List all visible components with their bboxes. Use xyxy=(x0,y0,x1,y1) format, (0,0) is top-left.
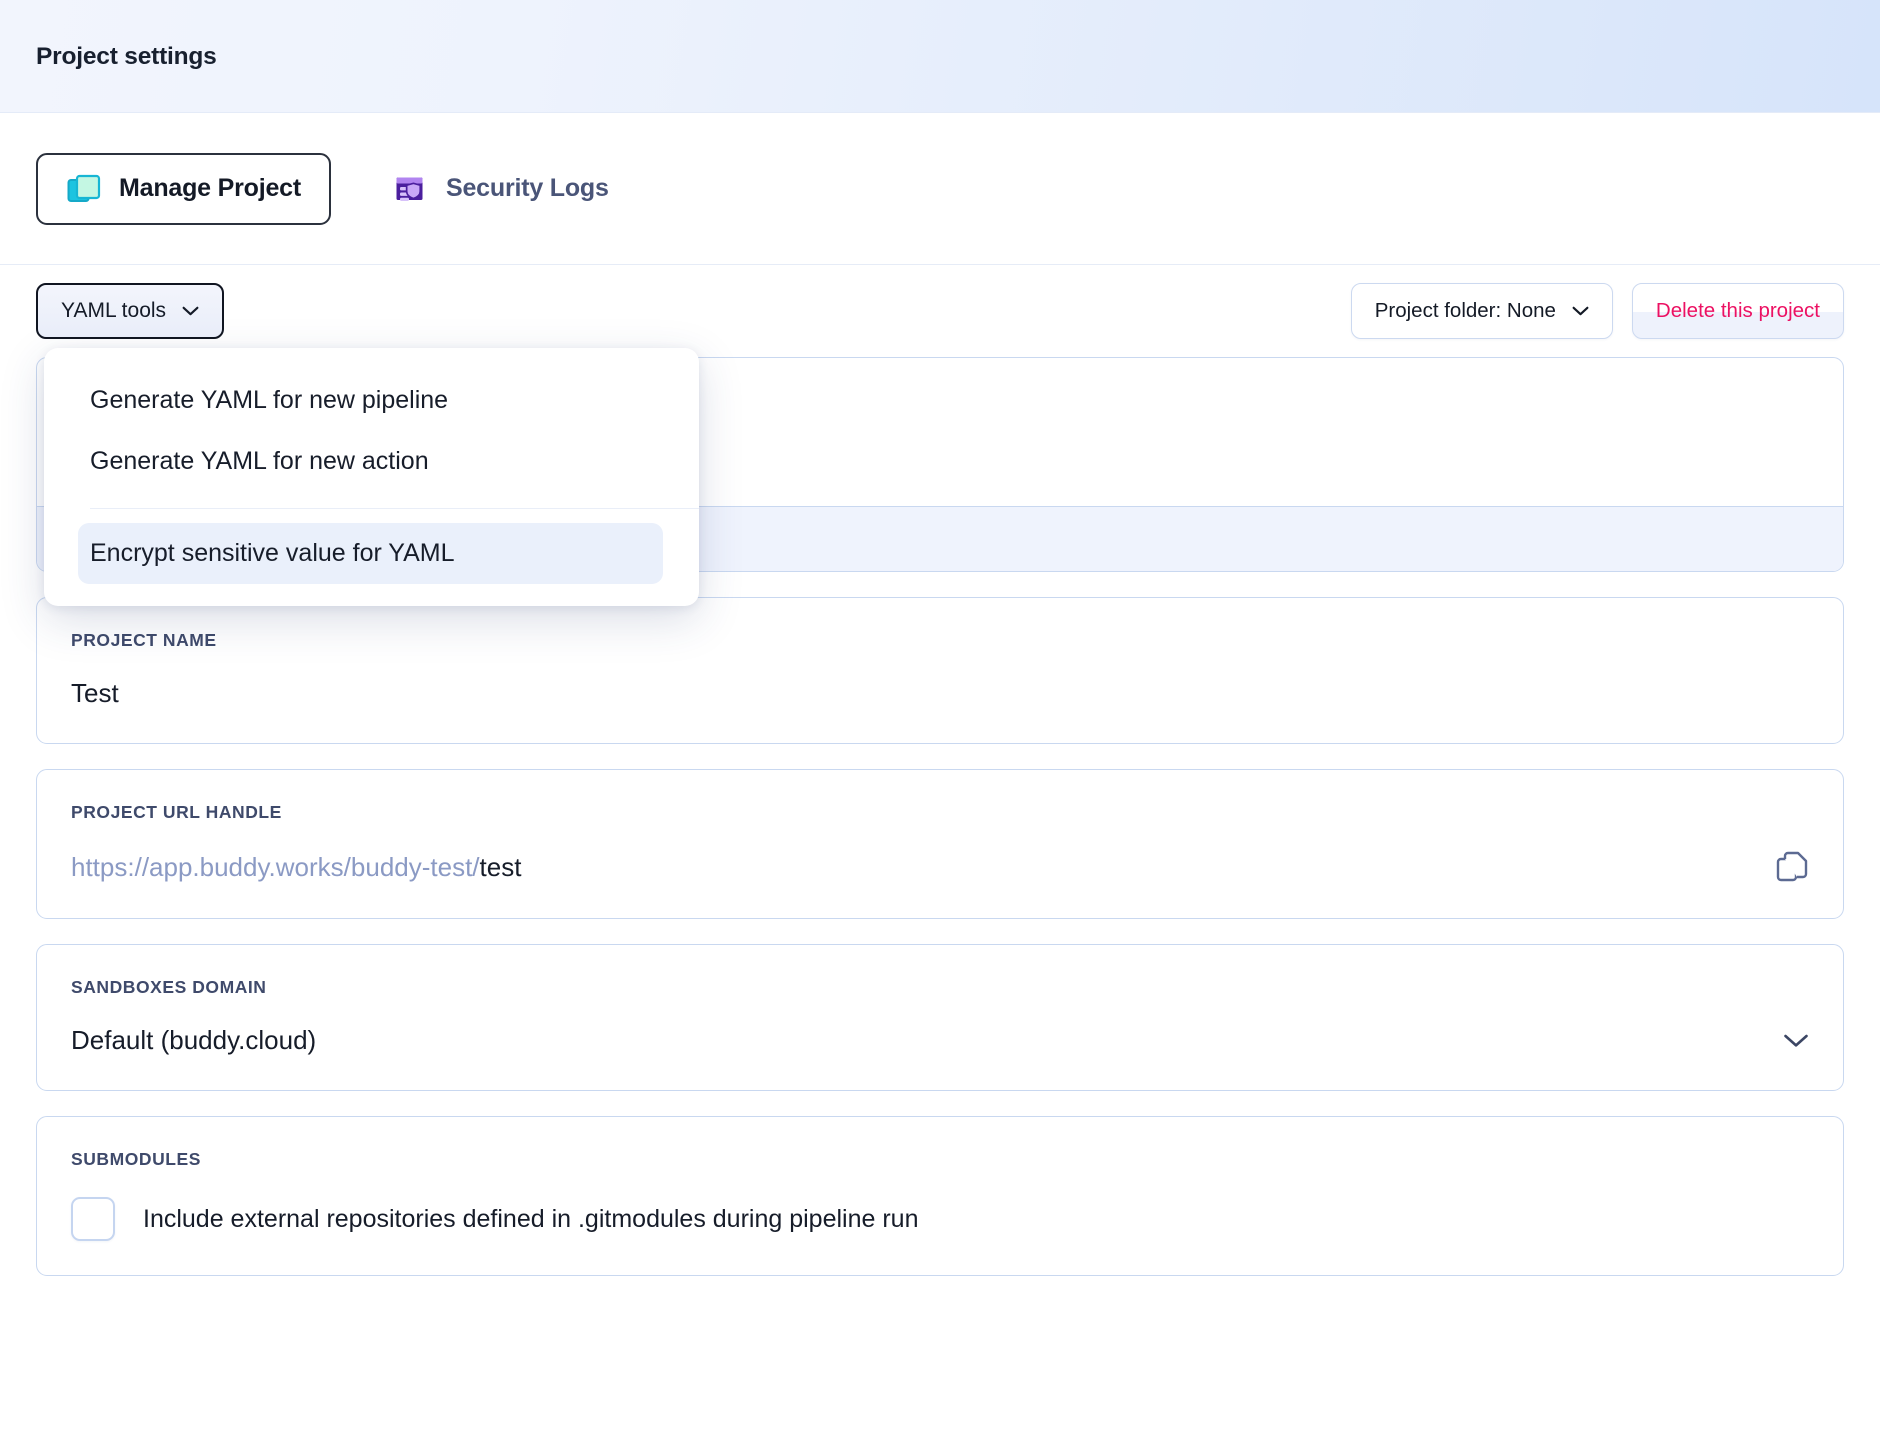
sandboxes-domain-label: SANDBOXES DOMAIN xyxy=(71,977,267,997)
project-name-card-body: PROJECT NAME Test xyxy=(37,598,1843,743)
project-name-input[interactable]: Test xyxy=(71,678,1809,709)
project-url-handle-row: https://app.buddy.works/buddy-test/test xyxy=(71,850,1809,884)
sandboxes-domain-card: SANDBOXES DOMAIN Default (buddy.cloud) xyxy=(36,944,1844,1091)
security-log-shield-icon xyxy=(393,171,429,207)
project-url-handle-card-body: PROJECT URL HANDLE https://app.buddy.wor… xyxy=(37,770,1843,918)
project-name-label: PROJECT NAME xyxy=(71,630,217,650)
toolbar-right-group: Project folder: None Delete this project xyxy=(1350,283,1844,339)
submodules-card: SUBMODULES Include external repositories… xyxy=(36,1116,1844,1276)
tab-manage-project[interactable]: Manage Project xyxy=(36,152,331,225)
page-title: Project settings xyxy=(36,42,217,70)
yaml-tools-label: YAML tools xyxy=(61,299,167,322)
project-folder-select[interactable]: Project folder: None xyxy=(1350,283,1613,339)
submodules-checkbox-label: Include external repositories defined in… xyxy=(143,1204,919,1233)
sandboxes-domain-value: Default (buddy.cloud) xyxy=(71,1025,317,1055)
project-url-handle-card: PROJECT URL HANDLE https://app.buddy.wor… xyxy=(36,769,1844,919)
yaml-tools-menu: Generate YAML for new pipeline Generate … xyxy=(44,348,699,606)
sandboxes-domain-select[interactable]: Default (buddy.cloud) xyxy=(71,1025,1809,1056)
copy-icon[interactable] xyxy=(1775,850,1809,884)
submodules-card-body: SUBMODULES Include external repositories… xyxy=(37,1117,1843,1275)
project-url-handle-value[interactable]: https://app.buddy.works/buddy-test/test xyxy=(71,852,521,883)
project-url-handle-label: PROJECT URL HANDLE xyxy=(71,802,282,822)
tab-bar: Manage Project Security Logs xyxy=(0,113,1880,265)
tab-label: Security Logs xyxy=(445,174,609,202)
project-url-handle-input[interactable]: test xyxy=(480,852,522,882)
project-url-prefix: https://app.buddy.works/buddy-test/ xyxy=(71,851,480,882)
settings-toolbar: YAML tools Project folder: None Delete t… xyxy=(0,265,1880,357)
project-name-card: PROJECT NAME Test xyxy=(36,597,1844,744)
copy-stack-icon xyxy=(66,171,102,207)
sandboxes-domain-card-body: SANDBOXES DOMAIN Default (buddy.cloud) xyxy=(37,945,1843,1090)
menu-item-generate-yaml-action[interactable]: Generate YAML for new action xyxy=(44,431,699,492)
submodules-label: SUBMODULES xyxy=(71,1149,201,1169)
chevron-down-icon xyxy=(182,306,199,316)
yaml-tools-button[interactable]: YAML tools xyxy=(36,283,225,339)
delete-project-button[interactable]: Delete this project xyxy=(1631,283,1844,339)
delete-project-label: Delete this project xyxy=(1655,299,1820,322)
chevron-down-icon xyxy=(1572,306,1589,316)
menu-item-encrypt-sensitive-value[interactable]: Encrypt sensitive value for YAML xyxy=(78,523,663,584)
submodules-checkbox-row: Include external repositories defined in… xyxy=(71,1197,1809,1241)
page-header: Project settings xyxy=(0,0,1880,113)
chevron-down-icon xyxy=(1784,1034,1808,1047)
project-folder-label: Project folder: None xyxy=(1374,299,1556,322)
menu-separator xyxy=(90,508,699,509)
tab-label: Manage Project xyxy=(119,174,301,202)
tab-security-logs[interactable]: Security Logs xyxy=(363,153,639,225)
menu-item-generate-yaml-pipeline[interactable]: Generate YAML for new pipeline xyxy=(44,370,699,431)
submodules-checkbox[interactable] xyxy=(71,1197,115,1241)
